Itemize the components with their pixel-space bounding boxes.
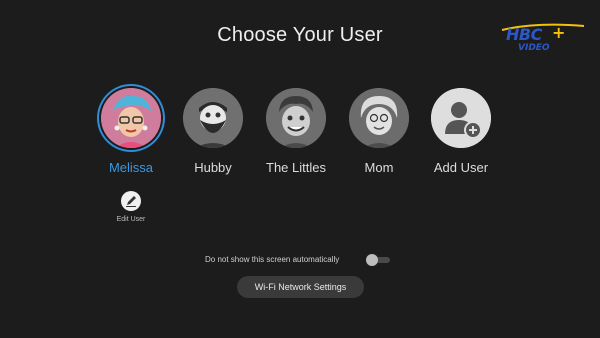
user-name: Hubby (194, 160, 232, 175)
toggle-knob (366, 254, 378, 266)
wifi-network-settings-button[interactable]: Wi-Fi Network Settings (237, 276, 364, 298)
avatar-melissa (101, 88, 161, 148)
user-name: Add User (433, 160, 489, 175)
avatar-hubby (183, 88, 243, 148)
avatar-add-user (431, 88, 491, 148)
auto-show-toggle[interactable] (366, 254, 390, 266)
pencil-icon (121, 191, 141, 211)
avatar-the-littles (266, 88, 326, 148)
user-mom[interactable]: Mom (334, 88, 424, 175)
user-the-littles[interactable]: The Littles (251, 88, 341, 175)
mom-avatar-icon (349, 88, 409, 148)
user-hubby[interactable]: Hubby (168, 88, 258, 175)
logo-subtext: VIDEO (518, 43, 550, 53)
logo-plus: + (552, 23, 566, 42)
hbc-video-logo: HBC + VIDEO (496, 22, 590, 60)
user-name: The Littles (266, 160, 326, 175)
user-list: Melissa Hubby The Littles Mom Add User (0, 88, 600, 188)
melissa-avatar-icon (101, 88, 161, 148)
auto-show-label: Do not show this screen automatically (205, 255, 340, 264)
avatar-mom (349, 88, 409, 148)
edit-user-label: Edit User (116, 216, 146, 223)
edit-user-button[interactable]: Edit User (110, 191, 152, 223)
user-name: Mom (364, 160, 394, 175)
the-littles-avatar-icon (266, 88, 326, 148)
auto-show-setting: Do not show this screen automatically (205, 253, 405, 267)
user-name: Melissa (108, 160, 154, 175)
add-user-button[interactable]: Add User (416, 88, 506, 175)
user-melissa[interactable]: Melissa (86, 88, 176, 175)
hubby-avatar-icon (183, 88, 243, 148)
logo-text: HBC (506, 25, 542, 44)
add-user-icon (431, 88, 491, 148)
